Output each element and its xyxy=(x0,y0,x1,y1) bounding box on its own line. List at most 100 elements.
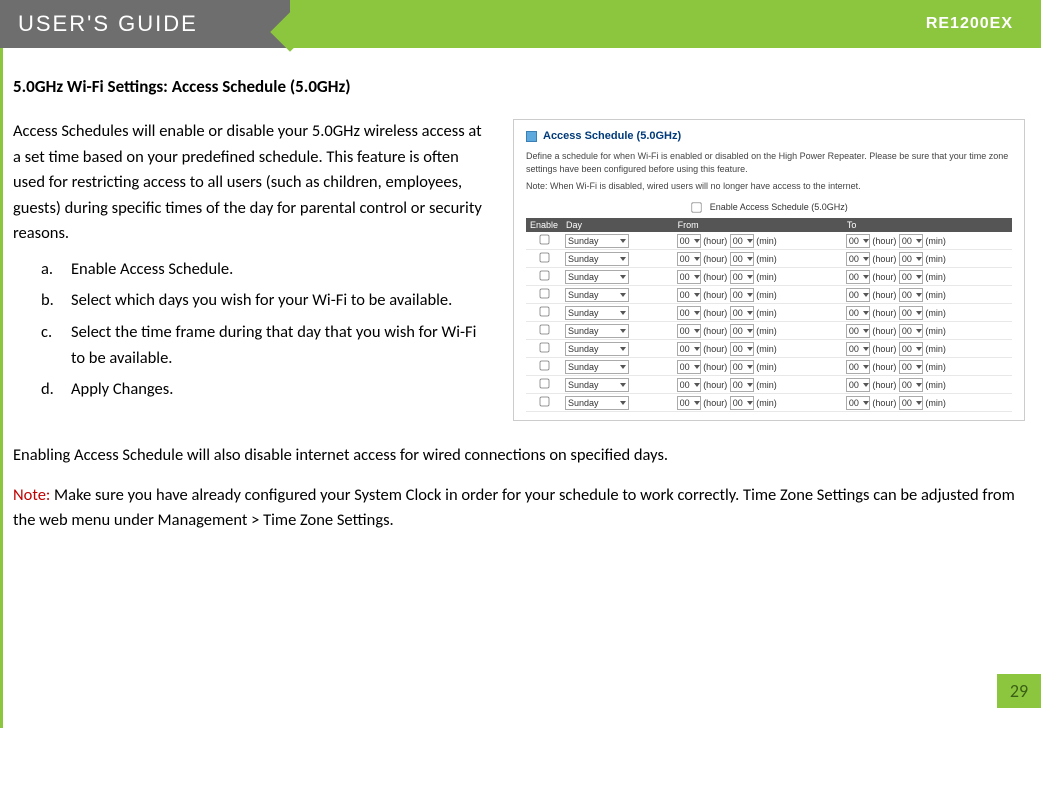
step-text: Enable Access Schedule. xyxy=(71,259,233,279)
time-select[interactable]: 00 xyxy=(846,360,870,374)
time-select[interactable]: 00 xyxy=(677,234,701,248)
hour-unit: (hour) xyxy=(872,290,896,300)
time-select[interactable]: 00 xyxy=(846,396,870,410)
time-select[interactable]: 00 xyxy=(899,360,923,374)
hour-unit: (hour) xyxy=(872,326,896,336)
day-select[interactable]: Sunday xyxy=(565,324,629,338)
time-select[interactable]: 00 xyxy=(677,396,701,410)
time-select[interactable]: 00 xyxy=(846,342,870,356)
time-select[interactable]: 00 xyxy=(899,378,923,392)
day-select[interactable]: Sunday xyxy=(565,396,629,410)
min-unit: (min) xyxy=(925,308,946,318)
table-row: Sunday00 (hour) 00 (min)00 (hour) 00 (mi… xyxy=(526,304,1012,322)
time-select[interactable]: 00 xyxy=(677,252,701,266)
time-select[interactable]: 00 xyxy=(730,252,754,266)
min-unit: (min) xyxy=(925,236,946,246)
day-select[interactable]: Sunday xyxy=(565,342,629,356)
time-select[interactable]: 00 xyxy=(730,324,754,338)
time-select[interactable]: 00 xyxy=(899,306,923,320)
enable-schedule-checkbox[interactable] xyxy=(692,202,702,212)
day-select[interactable]: Sunday xyxy=(565,234,629,248)
time-select[interactable]: 00 xyxy=(730,306,754,320)
row-enable-checkbox[interactable] xyxy=(539,307,549,317)
hour-unit: (hour) xyxy=(703,236,727,246)
time-select[interactable]: 00 xyxy=(730,270,754,284)
time-select[interactable]: 00 xyxy=(846,252,870,266)
note-label: Note: xyxy=(13,485,50,505)
time-select[interactable]: 00 xyxy=(677,288,701,302)
hour-unit: (hour) xyxy=(872,272,896,282)
model-label: RE1200EX xyxy=(926,15,1013,33)
row-enable-checkbox[interactable] xyxy=(539,325,549,335)
time-select[interactable]: 00 xyxy=(899,252,923,266)
time-select[interactable]: 00 xyxy=(899,324,923,338)
time-select[interactable]: 00 xyxy=(677,306,701,320)
panel-square-icon xyxy=(526,131,537,142)
section-title: 5.0GHz Wi-Fi Settings: Access Schedule (… xyxy=(13,76,1025,97)
time-select[interactable]: 00 xyxy=(899,342,923,356)
day-select[interactable]: Sunday xyxy=(565,252,629,266)
step-a: a.Enable Access Schedule. xyxy=(41,257,493,283)
step-marker: c. xyxy=(41,320,63,346)
time-select[interactable]: 00 xyxy=(677,342,701,356)
day-select[interactable]: Sunday xyxy=(565,360,629,374)
min-unit: (min) xyxy=(925,380,946,390)
time-select[interactable]: 00 xyxy=(846,234,870,248)
time-select[interactable]: 00 xyxy=(899,396,923,410)
col-to: To xyxy=(843,218,1012,232)
row-enable-checkbox[interactable] xyxy=(539,271,549,281)
row-enable-checkbox[interactable] xyxy=(539,289,549,299)
time-select[interactable]: 00 xyxy=(899,288,923,302)
header-bar: USER'S GUIDE RE1200EX xyxy=(0,0,1041,48)
time-select[interactable]: 00 xyxy=(846,270,870,284)
col-enable: Enable xyxy=(526,218,562,232)
row-enable-checkbox[interactable] xyxy=(539,397,549,407)
table-row: Sunday00 (hour) 00 (min)00 (hour) 00 (mi… xyxy=(526,286,1012,304)
row-enable-checkbox[interactable] xyxy=(539,343,549,353)
hour-unit: (hour) xyxy=(703,308,727,318)
time-select[interactable]: 00 xyxy=(730,234,754,248)
hour-unit: (hour) xyxy=(872,236,896,246)
time-select[interactable]: 00 xyxy=(730,378,754,392)
step-c: c.Select the time frame during that day … xyxy=(41,320,493,371)
day-select[interactable]: Sunday xyxy=(565,306,629,320)
table-row: Sunday00 (hour) 00 (min)00 (hour) 00 (mi… xyxy=(526,268,1012,286)
time-select[interactable]: 00 xyxy=(730,396,754,410)
time-select[interactable]: 00 xyxy=(730,288,754,302)
day-select[interactable]: Sunday xyxy=(565,270,629,284)
hour-unit: (hour) xyxy=(703,344,727,354)
min-unit: (min) xyxy=(756,362,777,372)
day-select[interactable]: Sunday xyxy=(565,378,629,392)
hour-unit: (hour) xyxy=(703,254,727,264)
row-enable-checkbox[interactable] xyxy=(539,253,549,263)
time-select[interactable]: 00 xyxy=(677,360,701,374)
min-unit: (min) xyxy=(756,290,777,300)
table-row: Sunday00 (hour) 00 (min)00 (hour) 00 (mi… xyxy=(526,394,1012,412)
table-row: Sunday00 (hour) 00 (min)00 (hour) 00 (mi… xyxy=(526,250,1012,268)
time-select[interactable]: 00 xyxy=(677,324,701,338)
time-select[interactable]: 00 xyxy=(677,378,701,392)
time-select[interactable]: 00 xyxy=(846,378,870,392)
row-enable-checkbox[interactable] xyxy=(539,361,549,371)
time-select[interactable]: 00 xyxy=(846,288,870,302)
enable-schedule-label: Enable Access Schedule (5.0GHz) xyxy=(710,202,848,212)
time-select[interactable]: 00 xyxy=(846,306,870,320)
step-b: b.Select which days you wish for your Wi… xyxy=(41,288,493,314)
row-enable-checkbox[interactable] xyxy=(539,379,549,389)
time-select[interactable]: 00 xyxy=(846,324,870,338)
time-select[interactable]: 00 xyxy=(899,234,923,248)
time-select[interactable]: 00 xyxy=(899,270,923,284)
hour-unit: (hour) xyxy=(872,380,896,390)
steps-list: a.Enable Access Schedule. b.Select which… xyxy=(13,257,493,403)
day-select[interactable]: Sunday xyxy=(565,288,629,302)
time-select[interactable]: 00 xyxy=(677,270,701,284)
panel-note: Note: When Wi-Fi is disabled, wired user… xyxy=(526,181,1012,191)
time-select[interactable]: 00 xyxy=(730,342,754,356)
row-enable-checkbox[interactable] xyxy=(539,235,549,245)
note-paragraph: Note: Make sure you have already configu… xyxy=(13,483,1025,534)
enable-row: Enable Access Schedule (5.0GHz) xyxy=(526,201,1012,214)
time-select[interactable]: 00 xyxy=(730,360,754,374)
table-row: Sunday00 (hour) 00 (min)00 (hour) 00 (mi… xyxy=(526,232,1012,250)
step-marker: d. xyxy=(41,377,63,403)
min-unit: (min) xyxy=(756,344,777,354)
